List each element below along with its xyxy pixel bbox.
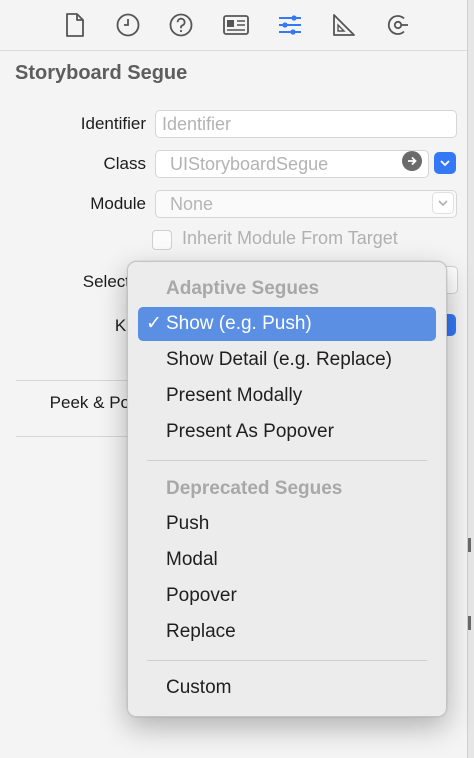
selector-label: Select bbox=[82, 272, 130, 291]
identifier-label: Identifier bbox=[80, 114, 146, 133]
menu-item-modal[interactable]: Modal bbox=[138, 543, 436, 577]
size-inspector-icon[interactable] bbox=[328, 9, 358, 41]
menu-item-custom[interactable]: Custom bbox=[138, 671, 436, 705]
quick-help-icon[interactable] bbox=[166, 9, 196, 41]
menu-item-label: Present Modally bbox=[166, 385, 303, 406]
menu-item-label: Popover bbox=[166, 585, 237, 606]
menu-item-show[interactable]: ✓ Show (e.g. Push) bbox=[138, 307, 436, 341]
inspector-toolbar bbox=[0, 0, 474, 51]
divider bbox=[16, 436, 128, 437]
history-inspector-icon[interactable] bbox=[113, 9, 143, 41]
menu-header-deprecated: Deprecated Segues bbox=[166, 478, 343, 499]
chevron-down-icon bbox=[440, 160, 450, 167]
menu-item-label: Modal bbox=[166, 549, 218, 570]
inherit-module-checkbox[interactable] bbox=[152, 230, 172, 250]
connections-inspector-icon[interactable] bbox=[383, 9, 413, 41]
checkmark-icon: ✓ bbox=[146, 313, 162, 334]
menu-item-label: Custom bbox=[166, 677, 232, 698]
class-dropdown-button[interactable] bbox=[434, 152, 456, 174]
menu-item-push[interactable]: Push bbox=[138, 507, 436, 541]
attributes-inspector-icon[interactable] bbox=[275, 9, 305, 41]
menu-item-label: Show Detail (e.g. Replace) bbox=[166, 349, 392, 370]
background-tick bbox=[468, 538, 471, 552]
menu-item-replace[interactable]: Replace bbox=[138, 615, 436, 649]
menu-item-popover[interactable]: Popover bbox=[138, 579, 436, 613]
file-inspector-icon[interactable] bbox=[60, 9, 90, 41]
segue-kind-menu: Adaptive Segues ✓ Show (e.g. Push) Show … bbox=[127, 261, 447, 717]
class-field[interactable]: UIStoryboardSegue bbox=[155, 150, 429, 178]
menu-item-label: Show (e.g. Push) bbox=[166, 313, 312, 334]
module-value: None bbox=[170, 194, 214, 214]
chevron-down-icon bbox=[432, 192, 454, 214]
background-tick bbox=[468, 616, 471, 630]
menu-item-present-modally[interactable]: Present Modally bbox=[138, 379, 436, 413]
go-to-class-icon[interactable] bbox=[402, 151, 422, 171]
identifier-field[interactable]: Identifier bbox=[155, 110, 457, 138]
identifier-placeholder: Identifier bbox=[162, 114, 232, 134]
menu-item-label: Present As Popover bbox=[166, 421, 334, 442]
identity-inspector-icon[interactable] bbox=[221, 9, 251, 41]
menu-item-show-detail[interactable]: Show Detail (e.g. Replace) bbox=[138, 343, 436, 377]
menu-item-label: Replace bbox=[166, 621, 236, 642]
class-label: Class bbox=[103, 154, 146, 173]
menu-item-present-as-popover[interactable]: Present As Popover bbox=[138, 415, 436, 449]
class-value: UIStoryboardSegue bbox=[170, 154, 329, 174]
divider bbox=[16, 380, 128, 381]
module-field[interactable]: None bbox=[155, 190, 457, 218]
menu-separator bbox=[147, 460, 427, 461]
menu-header-adaptive: Adaptive Segues bbox=[166, 278, 320, 299]
section-title: Storyboard Segue bbox=[15, 62, 188, 84]
inherit-module-label: Inherit Module From Target bbox=[182, 228, 398, 248]
window-edge bbox=[467, 0, 474, 758]
menu-separator bbox=[147, 660, 427, 661]
peek-pop-label: Peek & Po bbox=[49, 393, 130, 412]
module-label: Module bbox=[90, 194, 146, 213]
menu-item-label: Push bbox=[166, 513, 210, 534]
